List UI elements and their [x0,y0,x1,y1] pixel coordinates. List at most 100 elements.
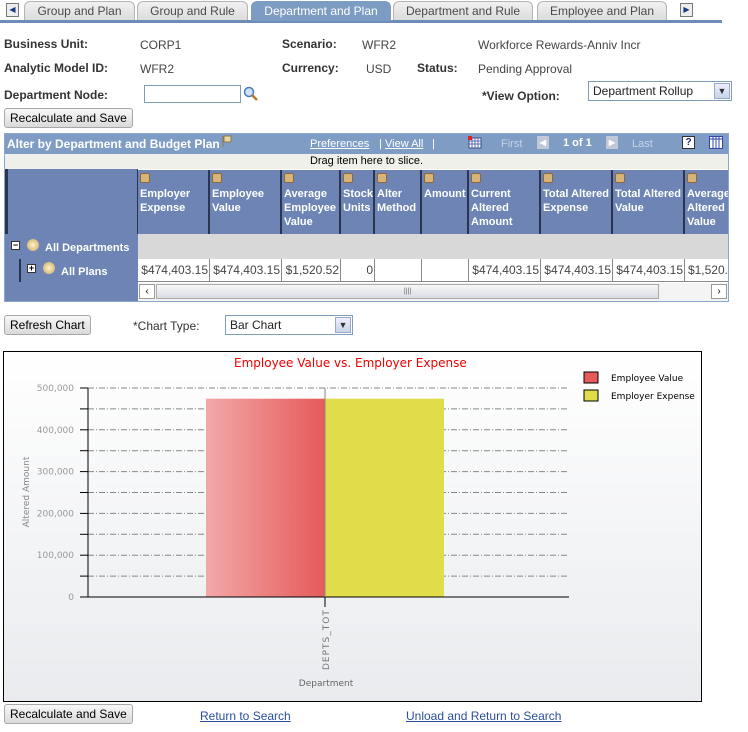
tab-employee-and-plan[interactable]: Employee and Plan [537,1,667,20]
business-unit-label: Business Unit: [4,37,89,51]
return-to-search-link[interactable]: Return to Search [200,709,291,723]
measure-cube-icon [212,173,222,183]
grid-header: Alter by Department and Budget Plan Pref… [5,134,728,154]
column-header-label: Employee Value [212,188,264,214]
column-header[interactable]: Alter Method [375,170,422,234]
measure-cube-icon [687,173,697,183]
column-header[interactable]: Amount [422,170,469,234]
grid-cell: $1,520.52 [282,259,341,282]
pivot-icon[interactable] [220,135,232,149]
row-label: All Plans [61,266,108,278]
y-tick-label: 200,000 [37,509,74,519]
recalculate-save-button-top[interactable]: Recalculate and Save [4,108,133,128]
grid-footer-corner [5,282,138,301]
grid-cell: $474,403.15 [138,259,210,282]
column-header[interactable]: Average Employee Value [282,170,341,234]
unload-return-to-search-link[interactable]: Unload and Return to Search [406,709,561,723]
scroll-left-icon[interactable]: ‹ [139,284,155,299]
tab-department-and-rule[interactable]: Department and Rule [393,1,533,20]
y-axis-label: Altered Amount [22,456,32,527]
y-tick-label: 500,000 [37,384,74,394]
page-indicator: 1 of 1 [563,137,592,149]
column-header[interactable]: Current Altered Amount [469,170,541,234]
refresh-chart-button[interactable]: Refresh Chart [4,315,91,335]
slice-hint: Drag item here to slice. [309,155,424,167]
tab-department-and-plan[interactable]: Department and Plan [251,1,391,21]
chevron-down-icon: ▼ [335,317,351,333]
grid-cell: $474,403.15 [469,259,541,282]
help-icon[interactable]: ? [682,136,695,149]
chart-title: Employee Value vs. Employer Expense [234,356,467,370]
grid-cell [422,259,469,282]
column-header-label: Average Employee Value [284,188,336,228]
row-all-departments-cells [138,234,728,259]
bar-employer-expense [325,398,444,597]
grid-title: Alter by Department and Budget Plan [7,137,220,151]
column-header[interactable]: Employee Value [210,170,282,234]
column-header[interactable]: Stock Units [341,170,375,234]
last-link: Last [632,138,653,150]
currency-label: Currency: [282,61,339,75]
legend-swatch [583,389,599,402]
measure-cube-icon [140,173,150,183]
horizontal-scrollbar[interactable]: ‹ |||| › [138,283,728,301]
row-header-all-departments: − All Departments [5,234,138,259]
scenario-value: WFR2 [362,38,396,52]
department-node-label: Department Node: [4,88,109,102]
column-header[interactable]: Employer Expense [138,170,210,234]
scenario-label: Scenario: [282,37,337,51]
scroll-right-icon[interactable]: › [711,284,727,299]
tab-scroll-left-icon[interactable]: ◀ [6,3,19,17]
column-header-label: Total Altered Value [615,188,682,214]
grid-cell: $1,520. [685,259,728,282]
grid-corner [5,169,138,234]
status-label: Status: [417,61,458,75]
view-option-select[interactable]: Department Rollup ▼ [588,81,732,101]
column-header-label: Current Altered Amount [471,188,513,228]
y-tick-label: 400,000 [37,426,74,436]
preferences-link[interactable]: Preferences [310,138,369,150]
column-header-label: Stock Units [343,188,373,214]
legend-swatch [583,371,599,384]
node-icon [27,239,39,251]
column-chooser-icon[interactable] [709,136,723,149]
measure-cube-icon [615,173,625,183]
legend-label: Employee Value [611,374,684,384]
slice-drop-zone[interactable]: Drag item here to slice. [5,154,728,169]
x-axis-label: Department [299,679,354,689]
view-all-link[interactable]: View All [385,138,423,150]
row-header-all-plans: + All Plans [5,259,138,282]
y-tick-label: 0 [68,593,74,603]
collapse-icon[interactable]: − [11,241,20,250]
grid-cell: $474,403.15 [541,259,613,282]
tab-group-and-plan[interactable]: Group and Plan [24,1,135,20]
grid-cell: $474,403.15 [210,259,282,282]
column-header[interactable]: Total Altered Value [613,170,685,234]
tab-scroll-right-icon[interactable]: ▶ [680,3,693,17]
recalculate-save-button-bottom[interactable]: Recalculate and Save [4,704,133,724]
column-header[interactable]: Total Altered Expense [541,170,613,234]
scroll-thumb[interactable]: |||| [156,284,659,299]
chart-type-select[interactable]: Bar Chart ▼ [225,315,353,335]
link-separator: | [432,138,435,150]
view-option-label: *View Option: [482,89,560,103]
column-header[interactable]: Average Altered Value [685,170,728,234]
department-node-input[interactable] [144,85,241,103]
column-header-label: Employer Expense [140,188,191,214]
grid-cell: 0 [341,259,375,282]
expand-icon[interactable]: + [27,264,36,273]
status-value: Pending Approval [478,62,573,76]
analytic-model-label: Analytic Model ID: [4,61,109,75]
previous-icon: ◀ [537,136,549,149]
lookup-search-icon[interactable] [243,86,258,101]
row-label: All Departments [45,242,130,254]
column-header-label: Total Altered Expense [543,188,610,214]
bar-chart: Employee Value vs. Employer Expense Alte… [22,356,695,689]
measure-cube-icon [343,173,353,183]
analytic-grid: Alter by Department and Budget Plan Pref… [4,133,729,302]
download-grid-icon[interactable] [468,136,482,149]
analytic-model-value: WFR2 [140,62,174,76]
measure-cube-icon [377,173,387,183]
tab-group-and-rule[interactable]: Group and Rule [137,1,248,20]
x-tick-label: DEPTS_TOT [322,609,332,670]
